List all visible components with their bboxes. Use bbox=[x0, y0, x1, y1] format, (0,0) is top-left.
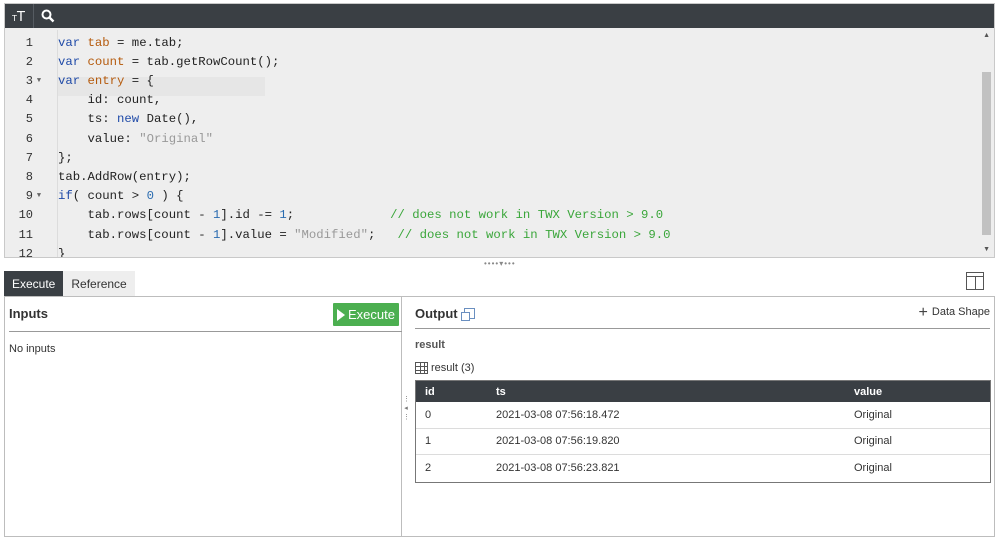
line-number: 6 bbox=[25, 131, 33, 146]
table-row[interactable]: 2 2021-03-08 07:56:23.821 Original bbox=[416, 455, 990, 482]
code-line[interactable]: 8 tab.AddRow(entry); bbox=[5, 167, 980, 186]
panel-resize-handle[interactable]: ⋮ ◂ ⋮ bbox=[403, 395, 410, 431]
tab-bar: Execute Reference bbox=[4, 271, 135, 296]
cell-value: Original bbox=[854, 462, 892, 475]
inputs-divider bbox=[9, 331, 402, 332]
output-title-row: Output bbox=[415, 306, 475, 321]
popout-icon[interactable] bbox=[460, 308, 475, 321]
search-button[interactable] bbox=[34, 4, 62, 28]
cell-ts: 2021-03-08 07:56:19.820 bbox=[496, 435, 620, 448]
resize-splitter-icon[interactable]: ••••▾••• bbox=[484, 259, 516, 268]
line-number: 5 bbox=[25, 112, 33, 127]
code-editor[interactable]: T T 1 var tab = me.tab; 2 var count = ta… bbox=[4, 3, 995, 258]
line-number: 3 bbox=[25, 73, 33, 88]
code-line[interactable]: 5 ts: new Date(), bbox=[5, 110, 980, 129]
line-number: 12 bbox=[18, 246, 33, 258]
line-number: 10 bbox=[18, 208, 33, 223]
inputs-title: Inputs bbox=[9, 306, 48, 321]
cell-id: 1 bbox=[425, 435, 432, 448]
code-line[interactable]: 10 tab.rows[count - 1].id -= 1; // does … bbox=[5, 206, 980, 225]
scrollbar-thumb[interactable] bbox=[982, 72, 991, 235]
execution-panel: Inputs Execute No inputs ⋮ ◂ ⋮ Output + Da… bbox=[4, 296, 995, 537]
result-caption-text: result (3) bbox=[431, 362, 475, 374]
code-line[interactable]: 2 var count = tab.getRowCount(); bbox=[5, 52, 980, 71]
scroll-down-icon[interactable]: ▼ bbox=[983, 246, 990, 253]
layout-toggle-icon[interactable] bbox=[966, 272, 984, 290]
table-icon bbox=[415, 362, 428, 374]
code-line[interactable]: 9 ▼ if( count > 0 ) { bbox=[5, 187, 980, 206]
line-number: 8 bbox=[25, 169, 33, 184]
table-header: id ts value bbox=[416, 381, 990, 402]
data-shape-button[interactable]: + Data Shape bbox=[918, 303, 990, 321]
code-line[interactable]: 7 }; bbox=[5, 148, 980, 167]
cell-value: Original bbox=[854, 435, 892, 448]
cell-value: Original bbox=[854, 408, 892, 421]
fold-arrow-icon[interactable]: ▼ bbox=[33, 192, 45, 200]
table-row[interactable]: 1 2021-03-08 07:56:19.820 Original bbox=[416, 429, 990, 455]
font-size-button[interactable]: T T bbox=[5, 4, 33, 28]
fold-arrow-icon[interactable]: ▼ bbox=[33, 77, 45, 85]
line-number: 2 bbox=[25, 54, 33, 69]
execute-button-label: Execute bbox=[348, 307, 395, 322]
line-number: 1 bbox=[25, 35, 33, 50]
line-number: 7 bbox=[25, 150, 33, 165]
output-title: Output bbox=[415, 306, 458, 321]
cell-id: 0 bbox=[425, 408, 432, 421]
table-row[interactable]: 0 2021-03-08 07:56:18.472 Original bbox=[416, 402, 990, 429]
result-caption: result (3) bbox=[415, 362, 474, 374]
cell-ts: 2021-03-08 07:56:18.472 bbox=[496, 408, 620, 421]
scroll-up-icon[interactable]: ▲ bbox=[983, 32, 990, 39]
column-header-ts[interactable]: ts bbox=[496, 386, 854, 398]
code-area[interactable]: 1 var tab = me.tab; 2 var count = tab.ge… bbox=[5, 28, 994, 258]
code-line[interactable]: 12 } bbox=[5, 244, 980, 258]
search-icon bbox=[41, 9, 55, 23]
line-number: 11 bbox=[18, 227, 33, 242]
code-line[interactable]: 4 id: count, bbox=[5, 91, 980, 110]
inputs-section: Inputs Execute No inputs bbox=[5, 297, 402, 536]
code-line[interactable]: 1 var tab = me.tab; bbox=[5, 33, 980, 52]
code-line[interactable]: 3 ▼ var entry = { bbox=[5, 71, 980, 90]
svg-text:T: T bbox=[16, 10, 25, 23]
column-header-value[interactable]: value bbox=[854, 386, 990, 398]
no-inputs-text: No inputs bbox=[9, 343, 56, 355]
editor-toolbar: T T bbox=[5, 4, 994, 28]
result-label: result bbox=[415, 339, 445, 351]
cell-id: 2 bbox=[425, 462, 432, 475]
column-header-id[interactable]: id bbox=[416, 386, 496, 398]
play-icon bbox=[337, 308, 345, 321]
line-number: 9 bbox=[25, 189, 33, 204]
line-number: 4 bbox=[25, 93, 33, 108]
output-divider bbox=[415, 328, 990, 329]
editor-scrollbar[interactable] bbox=[979, 28, 993, 257]
plus-icon: + bbox=[918, 303, 928, 321]
output-section: Output + Data Shape result result (3) id… bbox=[411, 297, 994, 536]
execute-button[interactable]: Execute bbox=[333, 303, 399, 326]
tab-execute[interactable]: Execute bbox=[4, 271, 64, 296]
data-shape-label: Data Shape bbox=[931, 306, 990, 318]
result-table: id ts value 0 2021-03-08 07:56:18.472 Or… bbox=[415, 380, 991, 483]
tab-reference[interactable]: Reference bbox=[63, 271, 135, 296]
code-line[interactable]: 6 value: "Original" bbox=[5, 129, 980, 148]
font-size-icon: T T bbox=[12, 10, 25, 23]
code-line[interactable]: 11 tab.rows[count - 1].value = "Modified… bbox=[5, 225, 980, 244]
cell-ts: 2021-03-08 07:56:23.821 bbox=[496, 462, 620, 475]
